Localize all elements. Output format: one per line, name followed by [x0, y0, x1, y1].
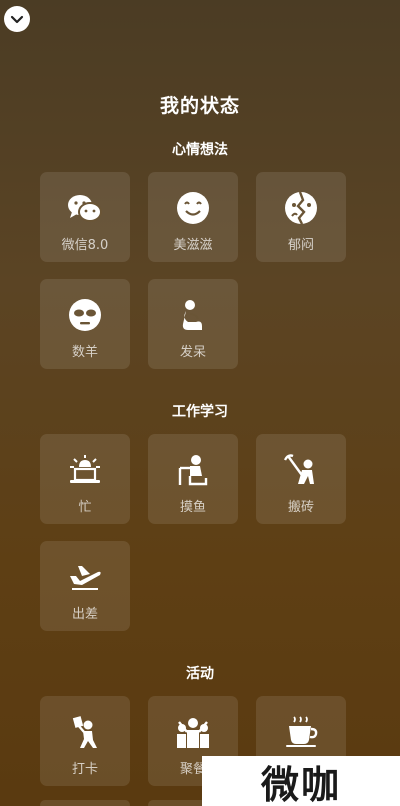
status-tile-grinding[interactable]: 搬砖	[256, 434, 346, 524]
tile-label: 美滋滋	[173, 238, 213, 253]
status-tile-busy[interactable]: 忙	[40, 434, 130, 524]
status-tile-slacking[interactable]: 摸鱼	[148, 434, 238, 524]
tile-label: 摸鱼	[179, 500, 206, 515]
section-title-mood: 心情想法	[172, 142, 228, 158]
tile-label: 出差	[71, 607, 98, 622]
status-tile-gloomy[interactable]: 郁闷	[256, 172, 346, 262]
alarm-laptop-icon	[67, 452, 103, 488]
sleepy-face-icon	[67, 297, 103, 333]
status-tile-check-in[interactable]: 打卡	[40, 696, 130, 786]
status-tile-happy[interactable]: 美滋滋	[148, 172, 238, 262]
airplane-icon	[67, 559, 103, 595]
cracked-face-icon	[283, 190, 319, 226]
check-in-person-icon	[67, 714, 103, 750]
smile-icon	[175, 190, 211, 226]
chevron-down-icon	[10, 10, 24, 29]
page-title: 我的状态	[159, 95, 240, 117]
tile-label: 微信8.0	[61, 238, 109, 253]
watermark-text: 微咖	[260, 762, 341, 806]
status-tile-daze[interactable]: 发呆	[148, 279, 238, 369]
section-title-work-study: 工作学习	[172, 404, 228, 420]
coffee-cup-icon	[283, 714, 319, 750]
status-tile-partial[interactable]	[40, 800, 130, 806]
group-people-icon	[175, 714, 211, 750]
collapse-button[interactable]	[4, 6, 30, 32]
tile-label: 发呆	[179, 345, 206, 360]
status-tile-business-trip[interactable]: 出差	[40, 541, 130, 631]
sitting-person-icon	[175, 297, 211, 333]
pickaxe-worker-icon	[283, 452, 319, 488]
tile-label: 搬砖	[287, 500, 314, 515]
tile-label: 数羊	[71, 345, 98, 360]
watermark-logo: 微咖	[202, 756, 400, 806]
tile-label: 郁闷	[287, 238, 314, 253]
tile-label: 忙	[78, 500, 92, 515]
status-tile-counting-sheep[interactable]: 数羊	[40, 279, 130, 369]
status-tile-wechat8[interactable]: 微信8.0	[40, 172, 130, 262]
desk-person-icon	[175, 452, 211, 488]
chat-bubbles-icon	[67, 190, 103, 226]
tile-label: 打卡	[71, 762, 98, 777]
section-title-activities: 活动	[186, 666, 214, 682]
